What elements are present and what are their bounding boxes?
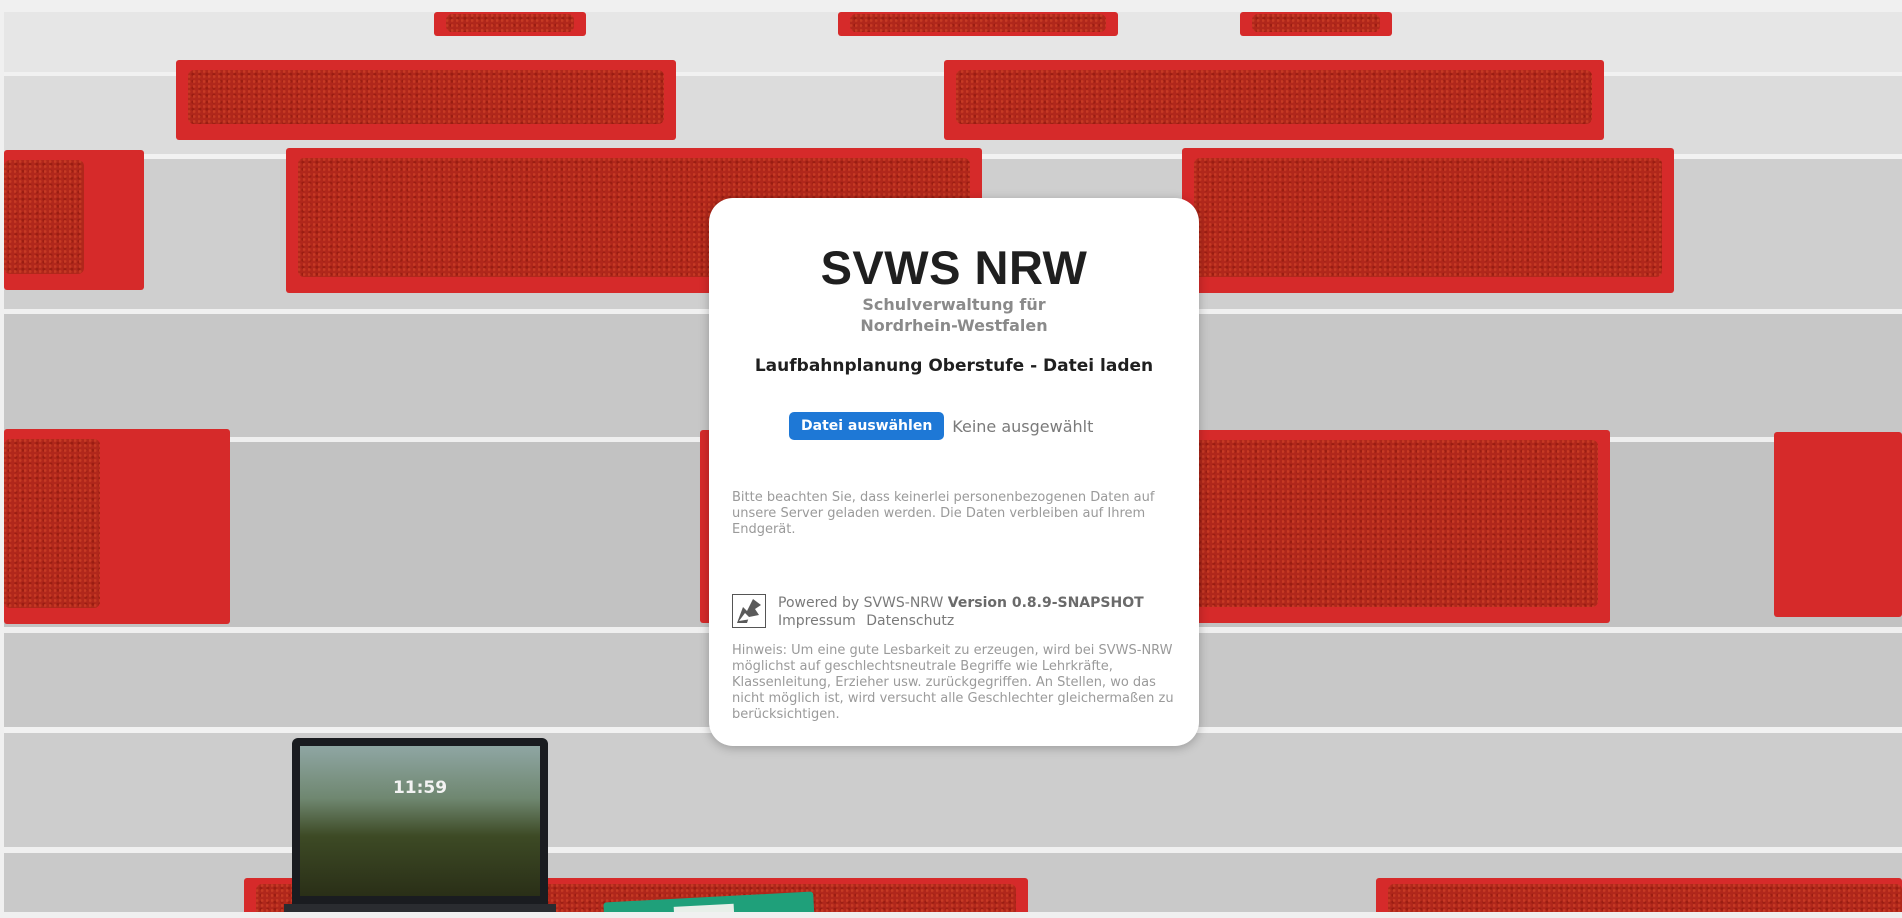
laptop-base xyxy=(284,904,556,912)
laptop: 11:59 xyxy=(292,738,548,904)
privacy-notice: Bitte beachten Sie, dass keinerlei perso… xyxy=(732,490,1155,537)
bench xyxy=(838,12,1118,36)
powered-by-section: Powered by SVWS-NRW Version 0.8.9-SNAPSH… xyxy=(732,594,1144,630)
powered-by-text: Powered by SVWS-NRW Version 0.8.9-SNAPSH… xyxy=(778,594,1144,630)
bench xyxy=(4,429,230,624)
app-subtitle-line2: Nordrhein-Westfalen xyxy=(860,316,1048,335)
stair-edge xyxy=(4,847,1902,853)
bench xyxy=(176,60,676,140)
powered-by-label: Powered by SVWS-NRW xyxy=(778,595,944,611)
impressum-link[interactable]: Impressum xyxy=(778,613,856,629)
bench xyxy=(434,12,586,36)
choose-file-button[interactable]: Datei auswählen xyxy=(789,412,945,440)
page-heading: Laufbahnplanung Oberstufe - Datei laden xyxy=(754,356,1154,376)
bench xyxy=(1376,878,1902,912)
laptop-screen: 11:59 xyxy=(300,746,540,896)
version-label: Version 0.8.9-SNAPSHOT xyxy=(947,595,1144,611)
footer-links: Impressum Datenschutz xyxy=(778,612,1144,630)
gender-hint: Hinweis: Um eine gute Lesbarkeit zu erze… xyxy=(732,643,1174,722)
nrw-logo-icon xyxy=(732,594,766,628)
file-status: Keine ausgewählt xyxy=(952,416,1094,436)
app-subtitle: Schulverwaltung für Nordrhein-Westfalen xyxy=(709,294,1199,336)
laptop-clock: 11:59 xyxy=(392,778,448,798)
bench xyxy=(1240,12,1392,36)
bench xyxy=(4,150,144,290)
file-input[interactable]: Datei auswählen Keine ausgewählt xyxy=(789,411,1093,441)
datenschutz-link[interactable]: Datenschutz xyxy=(866,613,954,629)
upload-card: SVWS NRW Schulverwaltung für Nordrhein-W… xyxy=(709,198,1199,746)
book-label xyxy=(673,903,735,912)
app-subtitle-line1: Schulverwaltung für xyxy=(862,295,1046,314)
bench xyxy=(944,60,1604,140)
app-title: SVWS NRW xyxy=(820,241,1088,294)
bench xyxy=(1774,432,1902,617)
bench xyxy=(1182,148,1674,293)
